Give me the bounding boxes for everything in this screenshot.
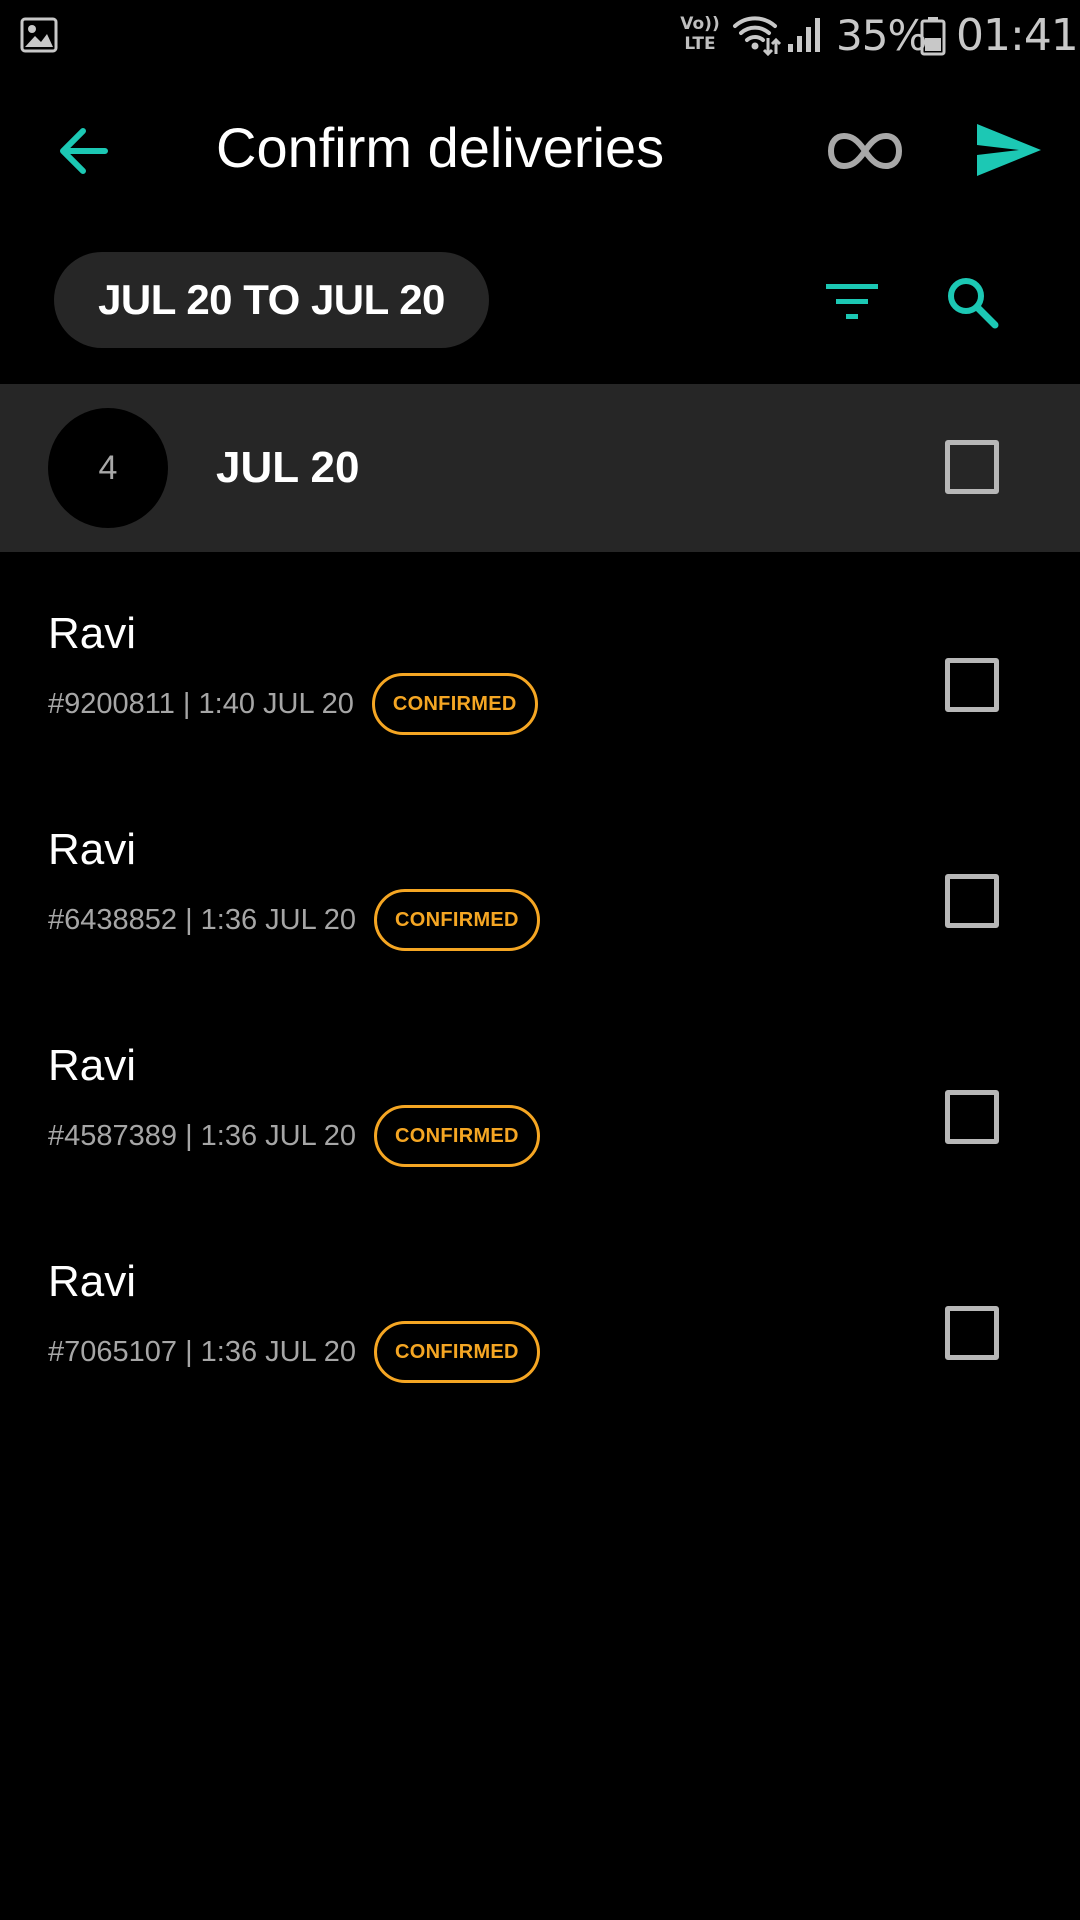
delivery-meta: #6438852 | 1:36 JUL 20 CONFIRMED: [48, 889, 540, 951]
delivery-meta: #7065107 | 1:36 JUL 20 CONFIRMED: [48, 1321, 540, 1383]
back-button[interactable]: [48, 116, 118, 186]
customer-name: Ravi: [48, 825, 137, 874]
loop-button[interactable]: [820, 116, 910, 186]
clock: 01:41: [956, 10, 1079, 61]
signal-icon: [786, 16, 824, 54]
delivery-meta: #9200811 | 1:40 JUL 20 CONFIRMED: [48, 673, 538, 735]
delivery-row[interactable]: Ravi #9200811 | 1:40 JUL 20 CONFIRMED: [0, 576, 1080, 792]
volte-label: Vo)): [680, 14, 720, 34]
group-date-label: JUL 20: [216, 443, 360, 492]
search-icon: [948, 278, 999, 329]
gallery-image-icon: [20, 16, 58, 54]
customer-name: Ravi: [48, 1257, 137, 1306]
customer-name: Ravi: [48, 609, 137, 658]
filter-button[interactable]: [816, 266, 888, 338]
status-badge: CONFIRMED: [373, 889, 540, 951]
delivery-row[interactable]: Ravi #7065107 | 1:36 JUL 20 CONFIRMED: [0, 1224, 1080, 1440]
delivery-select-checkbox[interactable]: [945, 658, 999, 712]
wifi-icon: [732, 14, 782, 57]
order-id-time: #7065107 | 1:36 JUL 20: [48, 1336, 356, 1368]
arrow-left-icon: [60, 128, 108, 174]
send-button[interactable]: [964, 108, 1054, 192]
battery-percent: 35%: [836, 11, 927, 60]
group-select-checkbox[interactable]: [945, 440, 999, 494]
send-icon: [977, 124, 1041, 176]
lte-label: LTE: [684, 34, 716, 54]
date-range-chip[interactable]: JUL 20 TO JUL 20: [54, 252, 489, 348]
delivery-meta: #4587389 | 1:36 JUL 20 CONFIRMED: [48, 1105, 540, 1167]
delivery-select-checkbox[interactable]: [945, 874, 999, 928]
delivery-select-checkbox[interactable]: [945, 1090, 999, 1144]
delivery-select-checkbox[interactable]: [945, 1306, 999, 1360]
filter-icon: [826, 284, 878, 319]
date-group-header[interactable]: 4 JUL 20: [0, 384, 1080, 552]
status-bar: Vo)) LTE 35% 01:41: [0, 0, 1080, 72]
toolbar: Confirm deliveries: [0, 72, 1080, 220]
status-badge: CONFIRMED: [373, 1105, 540, 1167]
customer-name: Ravi: [48, 1041, 137, 1090]
order-id-time: #9200811 | 1:40 JUL 20: [48, 688, 354, 720]
group-count-badge: 4: [48, 408, 168, 528]
search-button[interactable]: [936, 266, 1008, 338]
order-id-time: #6438852 | 1:36 JUL 20: [48, 904, 356, 936]
infinity-icon: [827, 132, 903, 170]
status-badge: CONFIRMED: [373, 1321, 540, 1383]
volte-indicator: Vo)) LTE: [680, 14, 720, 58]
delivery-row[interactable]: Ravi #6438852 | 1:36 JUL 20 CONFIRMED: [0, 792, 1080, 1008]
status-badge: CONFIRMED: [371, 673, 538, 735]
battery-icon: [920, 16, 946, 56]
page-title: Confirm deliveries: [216, 116, 665, 179]
delivery-row[interactable]: Ravi #4587389 | 1:36 JUL 20 CONFIRMED: [0, 1008, 1080, 1224]
order-id-time: #4587389 | 1:36 JUL 20: [48, 1120, 356, 1152]
